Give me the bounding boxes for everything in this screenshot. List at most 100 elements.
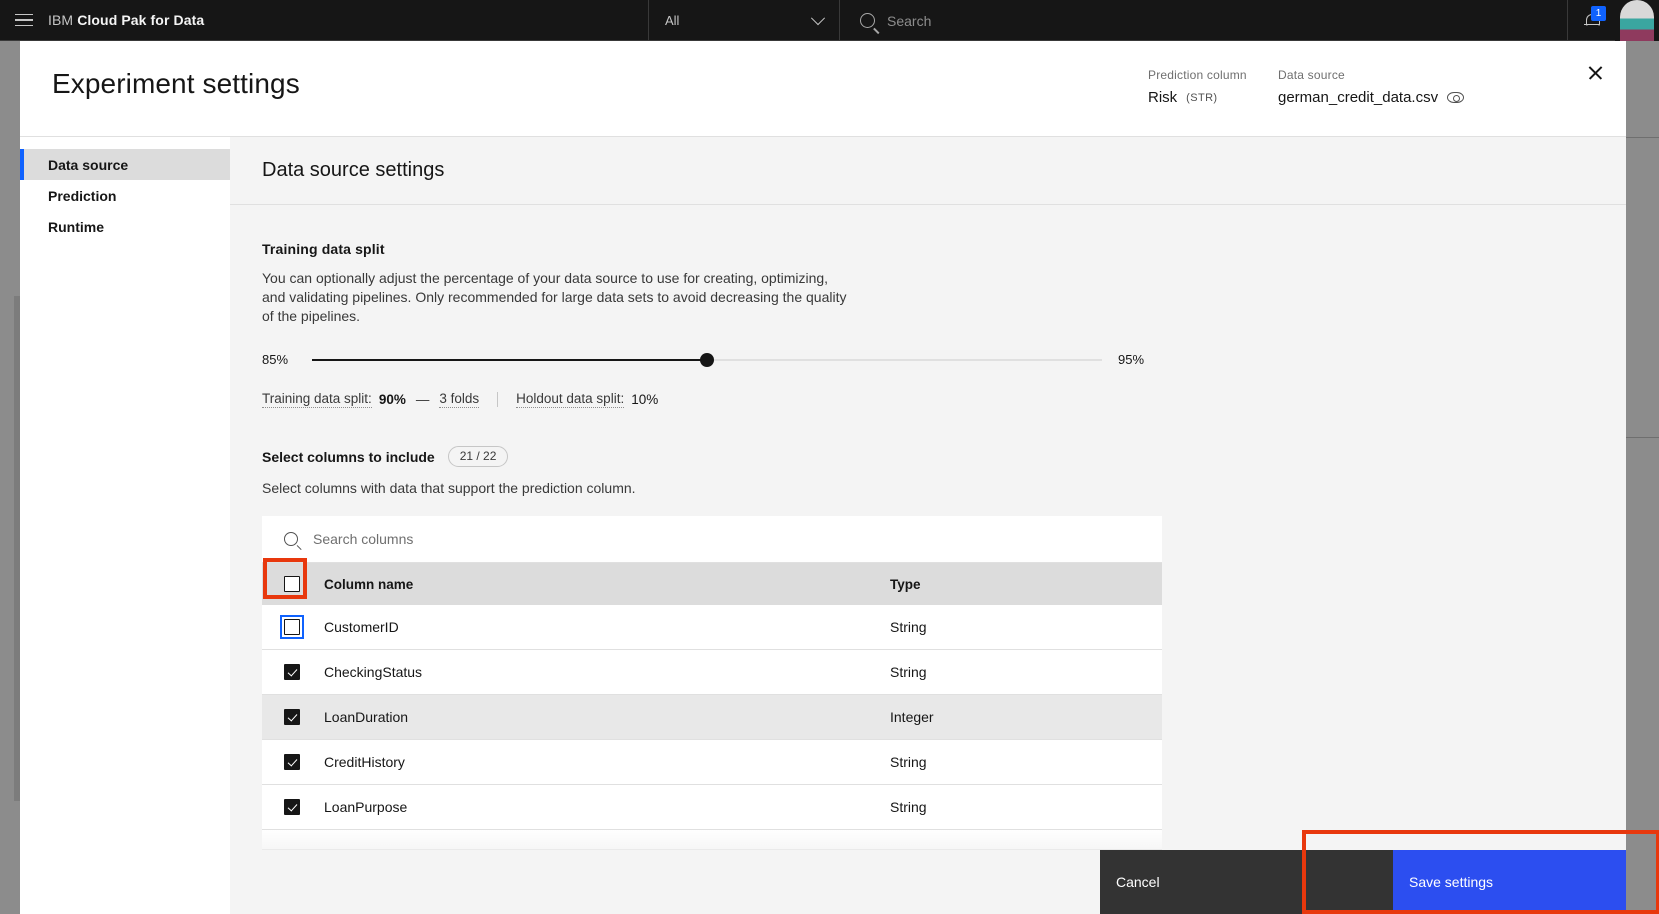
sidebar-item-label: Data source xyxy=(48,156,129,173)
content-heading: Data source settings xyxy=(262,159,445,181)
columns-search-field[interactable]: Search columns xyxy=(262,516,1162,563)
training-split-percent: 90% xyxy=(378,392,406,407)
slider-max-label: 95% xyxy=(1118,352,1145,367)
row-column-type: String xyxy=(890,754,927,770)
table-row[interactable]: CustomerID String xyxy=(262,605,1162,650)
row-column-name: CheckingStatus xyxy=(324,664,423,680)
holdout-split-percent: 10% xyxy=(631,392,659,407)
close-modal-button[interactable] xyxy=(1572,49,1618,95)
training-split-term[interactable]: Training data split: xyxy=(262,391,372,408)
scroll-strip-top-segment xyxy=(1626,41,1659,137)
row-column-type: String xyxy=(890,664,927,680)
table-row[interactable]: LoanPurpose String xyxy=(262,785,1162,830)
table-row[interactable]: LoanDuration Integer xyxy=(262,695,1162,740)
table-row[interactable]: CreditHistory String xyxy=(262,740,1162,785)
cancel-button[interactable]: Cancel xyxy=(1100,850,1393,914)
search-scope-value: All xyxy=(665,13,680,28)
select-columns-description: Select columns with data that support th… xyxy=(262,480,636,496)
sidebar-item-prediction[interactable]: Prediction xyxy=(20,180,230,211)
screen-root: IBM Cloud Pak for Data All Search 1 Expe… xyxy=(0,0,1659,914)
training-split-title: Training data split xyxy=(262,241,385,257)
prediction-column-label: Prediction column xyxy=(1148,68,1247,82)
training-split-slider[interactable] xyxy=(312,352,1102,367)
row-checkbox-loanduration[interactable] xyxy=(284,709,300,725)
notifications-button[interactable]: 1 xyxy=(1567,0,1615,41)
global-search-placeholder: Search xyxy=(887,12,932,29)
save-settings-button[interactable]: Save settings xyxy=(1393,850,1626,914)
select-all-checkbox[interactable] xyxy=(284,576,300,592)
row-column-name: CustomerID xyxy=(324,619,399,635)
prediction-column-value: Risk xyxy=(1148,89,1178,106)
notification-badge: 1 xyxy=(1591,6,1606,21)
sidebar-item-data-source[interactable]: Data source xyxy=(20,149,230,180)
close-icon xyxy=(1587,64,1604,81)
settings-sidebar: Data source Prediction Runtime xyxy=(20,137,230,914)
settings-content-panel: Data source settings Training data split… xyxy=(230,137,1626,914)
brand-name: Cloud Pak for Data xyxy=(77,12,205,28)
product-brand-title: IBM Cloud Pak for Data xyxy=(48,12,204,28)
global-search-field[interactable]: Search xyxy=(840,0,1480,41)
row-column-type: Integer xyxy=(890,709,934,725)
split-summary: Training data split: 90% — 3 folds Holdo… xyxy=(262,391,1594,408)
slider-filled-track xyxy=(312,358,707,361)
scroll-strip-divider-2 xyxy=(1626,437,1659,438)
search-icon xyxy=(860,13,875,28)
row-column-name: LoanDuration xyxy=(324,709,409,725)
data-source-value-wrap: german_credit_data.csv xyxy=(1278,89,1465,106)
split-divider xyxy=(497,392,499,407)
holdout-split-term[interactable]: Holdout data split: xyxy=(516,391,625,408)
content-scroll-area: Training data split You can optionally a… xyxy=(230,205,1626,914)
slider-min-label: 85% xyxy=(262,352,289,367)
preview-eye-icon[interactable] xyxy=(1447,92,1465,103)
select-columns-header: Select columns to include 21 / 22 xyxy=(262,446,1594,467)
experiment-settings-modal: Experiment settings Prediction column Ri… xyxy=(20,41,1626,914)
split-dash: — xyxy=(415,392,430,407)
data-source-label: Data source xyxy=(1278,68,1345,82)
row-checkbox-loanpurpose[interactable] xyxy=(284,799,300,815)
hamburger-menu-icon[interactable] xyxy=(0,0,48,41)
columns-search-placeholder: Search columns xyxy=(313,531,414,547)
row-checkbox-checkingstatus[interactable] xyxy=(284,664,300,680)
prediction-column-value-wrap: Risk (STR) xyxy=(1148,89,1247,106)
chevron-down-icon xyxy=(810,10,826,25)
content-heading-bar: Data source settings xyxy=(230,137,1626,205)
selected-columns-badge: 21 / 22 xyxy=(447,446,509,467)
prediction-column-type: (STR) xyxy=(1186,91,1218,104)
user-avatar[interactable] xyxy=(1615,0,1659,41)
sidebar-item-label: Prediction xyxy=(48,187,117,204)
modal-header: Experiment settings Prediction column Ri… xyxy=(20,41,1626,137)
prediction-column-meta: Prediction column Risk (STR) xyxy=(1148,68,1247,106)
search-icon xyxy=(284,532,298,546)
row-checkbox-credithistory[interactable] xyxy=(284,754,300,770)
select-columns-title: Select columns to include xyxy=(262,448,435,465)
row-column-type: String xyxy=(890,619,927,635)
table-header-row: Column name Type xyxy=(262,563,1162,605)
slider-thumb[interactable] xyxy=(700,352,714,367)
folds-term[interactable]: 3 folds xyxy=(439,391,480,408)
sidebar-item-label: Runtime xyxy=(48,218,104,235)
page-title: Experiment settings xyxy=(52,68,300,99)
columns-table: Search columns Column name Type Customer… xyxy=(262,516,1162,850)
table-row-partial xyxy=(262,830,1162,850)
search-scope-dropdown[interactable]: All xyxy=(648,0,840,41)
training-split-slider-row: 85% 95% xyxy=(262,352,1152,367)
data-source-meta: Data source german_credit_data.csv xyxy=(1278,68,1465,106)
scroll-strip-divider-1 xyxy=(1626,137,1659,138)
column-header-name: Column name xyxy=(324,576,414,592)
row-column-name: LoanPurpose xyxy=(324,799,408,815)
data-source-value: german_credit_data.csv xyxy=(1278,89,1439,106)
table-row[interactable]: CheckingStatus String xyxy=(262,650,1162,695)
training-split-description: You can optionally adjust the percentage… xyxy=(262,270,847,324)
column-header-type: Type xyxy=(890,576,921,592)
row-column-type: String xyxy=(890,799,927,815)
row-column-name: CreditHistory xyxy=(324,754,405,770)
avatar-image xyxy=(1620,0,1654,41)
modal-body: Data source Prediction Runtime Data sour… xyxy=(20,137,1626,914)
background-right-scroll-strip[interactable] xyxy=(1626,41,1659,914)
row-checkbox-customerid[interactable] xyxy=(280,615,304,639)
modal-footer-actions: Cancel Save settings xyxy=(1100,850,1626,914)
top-navigation-bar: IBM Cloud Pak for Data All Search 1 xyxy=(0,0,1659,41)
brand-prefix: IBM xyxy=(48,12,78,28)
sidebar-item-runtime[interactable]: Runtime xyxy=(20,211,230,242)
top-nav-right-actions: 1 xyxy=(1567,0,1659,41)
